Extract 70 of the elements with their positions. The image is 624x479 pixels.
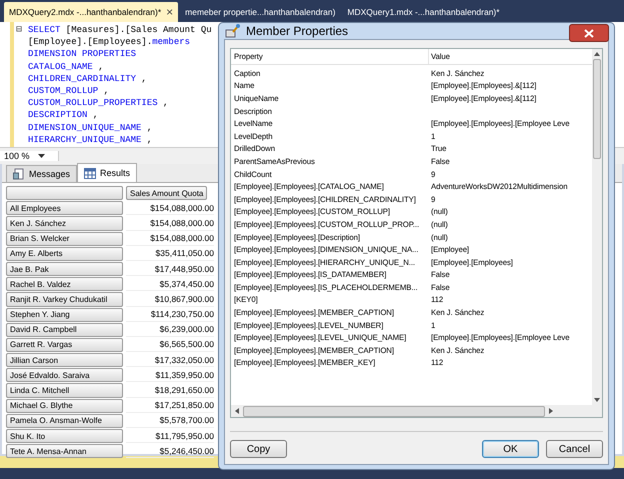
row-header[interactable]: Ken J. Sánchez <box>6 216 123 231</box>
table-cell: $154,088,000.00 <box>126 201 214 216</box>
row-header[interactable]: Tete A. Mensa-Annan <box>6 444 123 458</box>
results-tab[interactable]: Messages <box>6 165 78 182</box>
grid-icon <box>84 168 96 178</box>
row-header[interactable]: All Employees <box>6 201 123 216</box>
table-cell: $6,239,000.00 <box>126 322 214 337</box>
table-cell: $35,411,050.00 <box>126 246 214 261</box>
row-header[interactable]: Amy E. Alberts <box>6 246 123 261</box>
document-tab[interactable]: MDXQuery1.mdx -...hanthanbalendran)* <box>342 2 505 22</box>
code-line: DESCRIPTION , <box>28 110 98 120</box>
properties-icon <box>225 23 241 39</box>
row-header[interactable]: David R. Campbell <box>6 322 123 337</box>
table-cell: $114,230,750.00 <box>126 308 214 322</box>
row-header[interactable]: Jillian Carson <box>6 353 123 368</box>
close-icon <box>584 28 594 38</box>
code-line: DIMENSION PROPERTIES <box>28 49 136 60</box>
scroll-thumb[interactable] <box>243 406 545 416</box>
row-header[interactable]: José Edvaldo. Saraiva <box>6 368 123 382</box>
document-icon <box>13 168 25 180</box>
code-line: CUSTOM_ROLLUP_PROPERTIES , <box>28 98 168 108</box>
code-line: CUSTOM_ROLLUP , <box>28 86 110 96</box>
code-line: HIERARCHY_UNIQUE_NAME , <box>28 134 152 145</box>
scroll-up-icon[interactable] <box>594 52 600 56</box>
close-icon[interactable]: × <box>166 5 174 19</box>
table-cell: $10,867,900.00 <box>126 292 214 306</box>
row-header[interactable]: Jae B. Pak <box>6 262 123 276</box>
document-tab[interactable]: MDXQuery2.mdx -...hanthanbalendran)* × <box>4 2 178 22</box>
row-header[interactable]: Brian S. Welcker <box>6 232 123 246</box>
code-line: DIMENSION_UNIQUE_NAME , <box>28 122 152 133</box>
row-header[interactable]: Shu K. Ito <box>6 429 123 444</box>
code-line: CHILDREN_CARDINALITY , <box>28 74 147 84</box>
table-cell: $17,251,850.00 <box>126 398 214 413</box>
table-cell: $6,565,500.00 <box>126 338 214 352</box>
scroll-left-icon[interactable] <box>235 408 239 414</box>
horizontal-scrollbar[interactable] <box>231 405 602 417</box>
table-cell: $11,795,950.00 <box>126 429 214 444</box>
document-tab[interactable]: memeber propertie...hanthanbalendran) <box>180 2 340 22</box>
table-cell: $5,374,450.00 <box>126 277 214 292</box>
row-header[interactable]: Stephen Y. Jiang <box>6 308 123 322</box>
code-line: CATALOG_NAME , <box>28 62 104 72</box>
row-header[interactable]: Ranjit R. Varkey Chudukatil <box>6 292 123 306</box>
table-cell: $154,088,000.00 <box>126 216 214 231</box>
caret-icon <box>38 154 45 158</box>
code-line: SELECT [Measures].[Sales Amount Qu <box>28 25 212 36</box>
row-header[interactable]: Pamela O. Ansman-Wolfe <box>6 414 123 428</box>
column-header[interactable]: Sales Amount Quota <box>126 186 208 200</box>
dialog-button[interactable]: OK <box>482 440 539 458</box>
row-header[interactable]: Rachel B. Valdez <box>6 277 123 292</box>
dialog-button[interactable]: Cancel <box>546 440 603 458</box>
table-cell: $11,359,950.00 <box>126 368 214 382</box>
results-tab[interactable]: Results <box>77 163 138 182</box>
window-title: Member Properties <box>246 24 348 38</box>
zoom-dropdown[interactable]: 100 % <box>0 151 59 161</box>
table-cell: $17,448,950.00 <box>126 262 214 276</box>
dialog-button[interactable]: Copy <box>230 440 287 458</box>
table-cell: $18,291,650.00 <box>126 383 214 398</box>
table-cell: $17,332,050.00 <box>126 353 214 368</box>
scroll-down-icon[interactable] <box>594 398 600 402</box>
row-header[interactable]: Garrett R. Vargas <box>6 338 123 352</box>
scroll-thumb[interactable] <box>593 59 601 159</box>
scroll-right-icon[interactable] <box>549 408 553 414</box>
table-cell: $154,088,000.00 <box>126 232 214 246</box>
row-header[interactable]: Michael G. Blythe <box>6 398 123 413</box>
table-cell: $5,578,700.00 <box>126 414 214 428</box>
code-line: [Employee].[Employees].members <box>28 37 190 48</box>
row-header[interactable]: Linda C. Mitchell <box>6 383 123 398</box>
close-button[interactable] <box>569 24 609 42</box>
collapse-icon[interactable]: ⊟ <box>16 24 28 36</box>
vertical-scrollbar[interactable] <box>592 49 602 405</box>
